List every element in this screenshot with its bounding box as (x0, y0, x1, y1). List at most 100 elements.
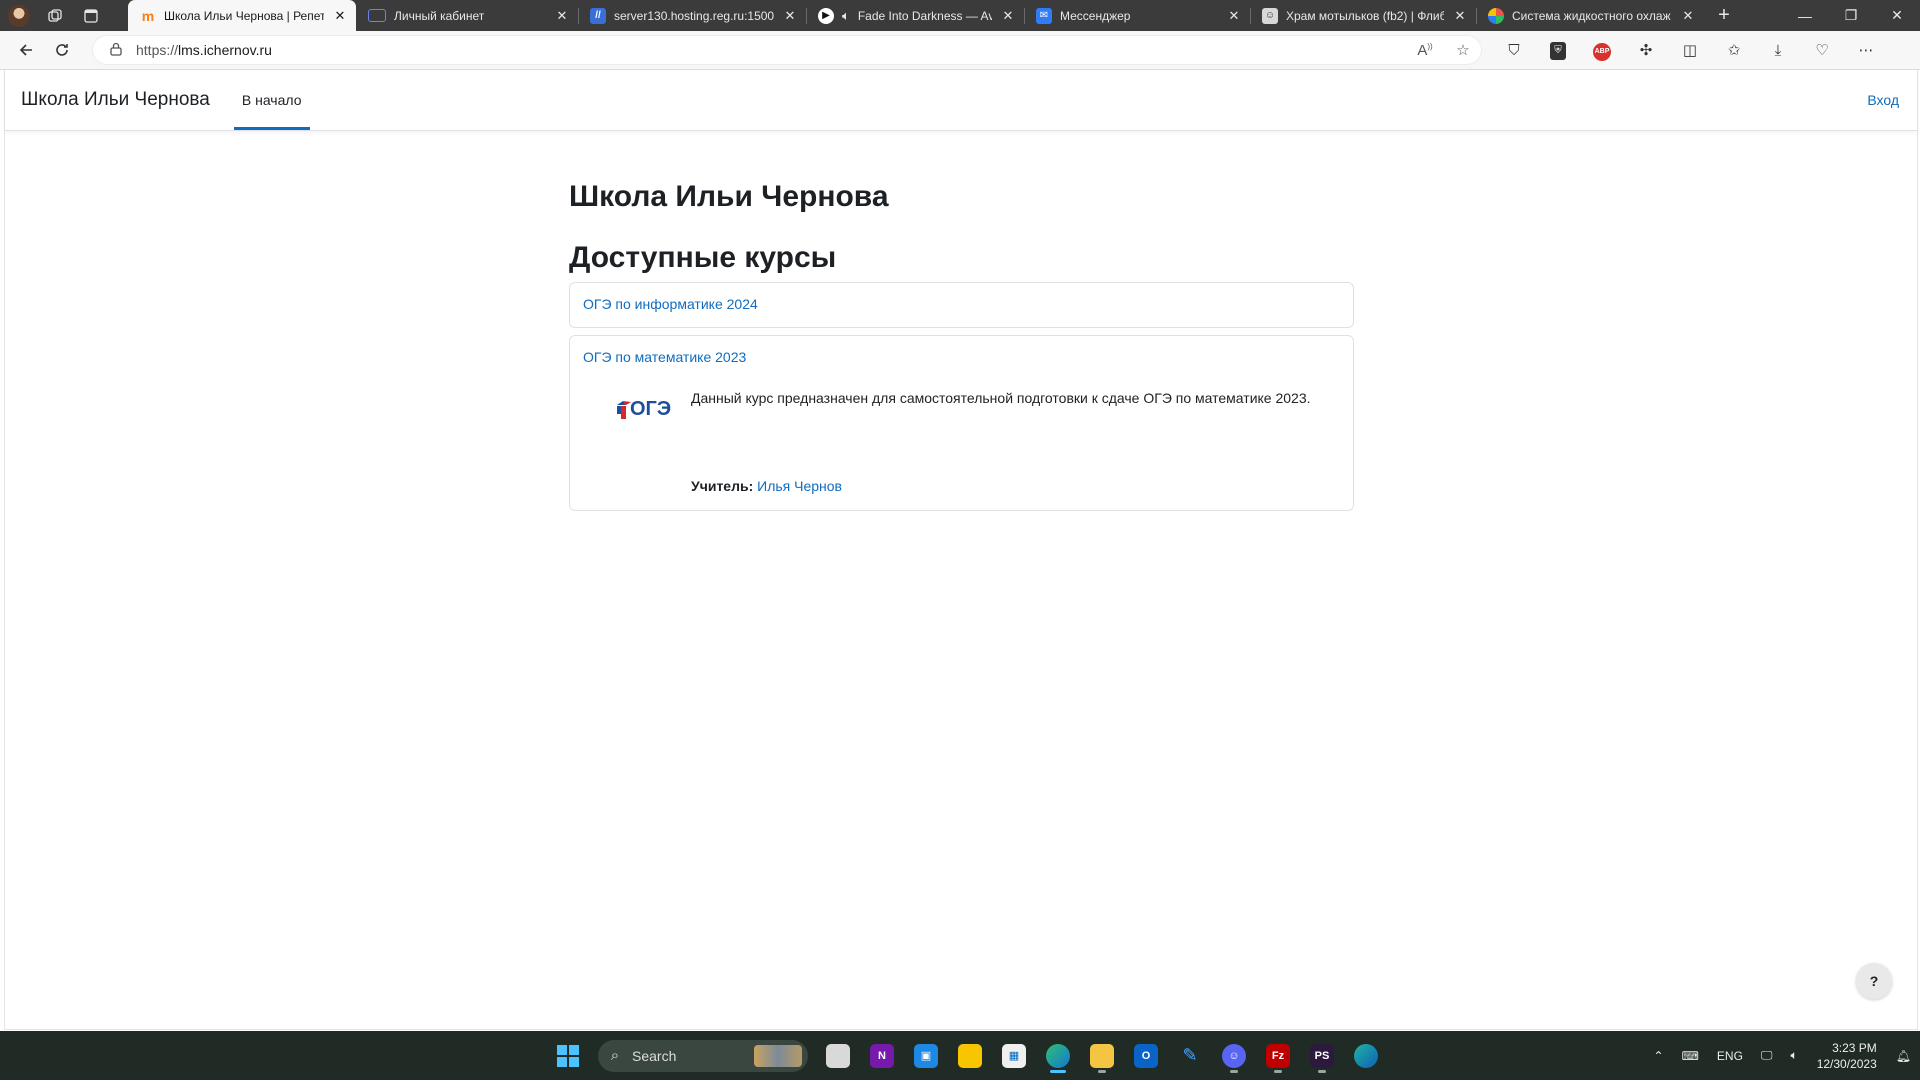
search-label: Search (632, 1047, 677, 1064)
browser-toolbar: https://lms.ichernov.ru A)) ☆ ⛉ ⛨ ABP ✣ … (0, 31, 1920, 70)
tab-actions-icon[interactable] (80, 5, 102, 27)
file-explorer-app[interactable] (1082, 1036, 1122, 1076)
close-icon[interactable]: ✕ (1226, 8, 1242, 24)
tab-cooling[interactable]: Система жидкостного охлаж ✕ (1476, 0, 1704, 31)
search-icon: ⌕ (610, 1047, 620, 1064)
start-button[interactable] (548, 1036, 588, 1076)
close-icon[interactable]: ✕ (1000, 8, 1016, 24)
adblock-icon[interactable]: ABP (1580, 40, 1624, 61)
refresh-icon[interactable] (44, 34, 80, 66)
pen-app[interactable]: ✎ (1170, 1036, 1210, 1076)
profile-avatar[interactable] (8, 4, 30, 27)
taskbar-apps: ⌕ Search N ▣ ▦ O ✎ ☺ Fz PS (548, 1031, 1386, 1080)
tray-overflow-icon[interactable]: ⌃ (1645, 1049, 1673, 1063)
close-icon[interactable]: ✕ (554, 8, 570, 24)
course-summary-text: Данный курс предназначен для самостоятел… (691, 390, 1311, 406)
outlook-app[interactable]: O (1126, 1036, 1166, 1076)
tab-messenger[interactable]: ✉ Мессенджер ✕ (1024, 0, 1250, 31)
course-link[interactable]: ОГЭ по информатике 2024 (583, 296, 758, 312)
split-screen-icon[interactable]: ◫ (1668, 41, 1712, 59)
discord-app[interactable]: ☺ (1214, 1036, 1254, 1076)
taskbar-clock[interactable]: 3:23 PM 12/30/2023 (1807, 1040, 1887, 1072)
running-indicator (1318, 1069, 1326, 1073)
edge-app[interactable] (1038, 1036, 1078, 1076)
course-logo: ОГЭ (583, 387, 691, 437)
back-icon[interactable] (8, 34, 44, 66)
edge-beta-app[interactable] (1346, 1036, 1386, 1076)
browser-tab-strip: m Школа Ильи Чернова | Репет ✕ Личный ка… (0, 0, 1920, 31)
notification-bell-icon[interactable]: 🔔︎ (1887, 1049, 1920, 1063)
close-icon[interactable]: ✕ (782, 8, 798, 24)
task-view-app[interactable] (818, 1036, 858, 1076)
course-logo-text: ОГЭ (630, 398, 672, 420)
filezilla-app[interactable]: Fz (1258, 1036, 1298, 1076)
lock-icon[interactable] (106, 42, 126, 59)
url-text[interactable]: https://lms.ichernov.ru (136, 42, 1406, 58)
more-menu-icon[interactable]: ⋯ (1844, 41, 1888, 59)
folder-icon (1090, 1043, 1114, 1068)
course-details: ОГЭ Данный курс предназначен для самосто… (583, 387, 1340, 498)
network-icon[interactable]: 🖵︎ (1752, 1048, 1782, 1063)
tab-title: server130.hosting.reg.ru:1500 (614, 8, 774, 23)
sticky-notes-icon (958, 1043, 982, 1068)
tab-server[interactable]: // server130.hosting.reg.ru:1500 ✕ (578, 0, 806, 31)
onenote-app[interactable]: N (862, 1036, 902, 1076)
bitwarden-icon[interactable]: ⛨ (1536, 40, 1580, 60)
course-card: ОГЭ по математике 2023 ОГЭ Данный курс п… (569, 335, 1354, 511)
close-window-icon[interactable]: ✕ (1874, 0, 1920, 31)
edge-icon (1046, 1043, 1070, 1068)
tab-strip-left (0, 0, 128, 31)
section-title: Доступные курсы (569, 241, 837, 274)
tab-school[interactable]: m Школа Ильи Чернова | Репет ✕ (128, 0, 356, 31)
sticky-notes-app[interactable] (950, 1036, 990, 1076)
restore-icon[interactable]: ❐ (1828, 0, 1874, 31)
flibusta-favicon-icon: ☺ (1262, 7, 1278, 24)
browser-essentials-icon[interactable]: ♡ (1800, 41, 1844, 59)
new-tab-button[interactable]: + (1704, 0, 1744, 31)
language-indicator[interactable]: ENG (1708, 1049, 1752, 1063)
minimize-icon[interactable]: — (1782, 0, 1828, 31)
close-icon[interactable]: ✕ (1680, 8, 1696, 24)
pen-icon: ✎ (1182, 1045, 1198, 1065)
extensions-icon[interactable]: ✣ (1624, 41, 1668, 59)
read-aloud-icon[interactable]: A)) (1406, 42, 1444, 59)
taskbar-search[interactable]: ⌕ Search (598, 1039, 808, 1072)
speaker-icon[interactable]: 🔈︎ (842, 8, 850, 24)
store-app[interactable]: ▦ (994, 1036, 1034, 1076)
site-brand[interactable]: Школа Ильи Чернова (5, 70, 230, 130)
phpstorm-icon: PS (1310, 1043, 1334, 1068)
tab-title: Храм мотыльков (fb2) | Флиб (1286, 8, 1444, 23)
teacher-label: Учитель: (691, 478, 754, 494)
window-controls: — ❐ ✕ (1782, 0, 1920, 31)
tab-music[interactable]: ▶ 🔈︎ Fade Into Darkness — Avi ✕ (806, 0, 1024, 31)
favorites-icon[interactable]: ✩ (1712, 41, 1756, 59)
media-favicon-icon: ▶ (818, 7, 834, 24)
teacher-link[interactable]: Илья Чернов (757, 478, 842, 494)
close-icon[interactable]: ✕ (1452, 8, 1468, 24)
outlook-icon: O (1134, 1043, 1158, 1068)
moodle-favicon-icon: m (141, 7, 155, 24)
keyboard-icon[interactable]: ⌨ (1673, 1049, 1708, 1063)
cabinet-favicon-icon (368, 9, 386, 22)
downloads-icon[interactable]: ⤓ (1756, 42, 1800, 59)
multicolor-favicon-icon (1488, 7, 1504, 24)
favorite-star-icon[interactable]: ☆ (1444, 41, 1482, 59)
tab-flibusta[interactable]: ☺ Храм мотыльков (fb2) | Флиб ✕ (1250, 0, 1476, 31)
clock-date: 12/30/2023 (1816, 1056, 1877, 1071)
help-button[interactable]: ? (1856, 963, 1892, 999)
phpstorm-app[interactable]: PS (1302, 1036, 1342, 1076)
course-link[interactable]: ОГЭ по математике 2023 (583, 349, 746, 365)
close-icon[interactable]: ✕ (332, 8, 348, 24)
workspaces-icon[interactable] (44, 5, 66, 27)
address-bar[interactable]: https://lms.ichernov.ru A)) ☆ (92, 35, 1482, 65)
store-icon: ▦ (1002, 1043, 1026, 1068)
url-host: lms.ichernov.ru (178, 42, 272, 58)
volume-icon[interactable]: 🔈︎ (1782, 1048, 1807, 1063)
page-title: Школа Ильи Чернова (569, 180, 889, 213)
nav-home-link[interactable]: В начало (233, 70, 310, 130)
shield-icon[interactable]: ⛉ (1492, 42, 1536, 59)
discord-icon: ☺ (1222, 1043, 1246, 1068)
login-link[interactable]: Вход (1867, 70, 1899, 130)
explorer-window-app[interactable]: ▣ (906, 1036, 946, 1076)
tab-personal-cabinet[interactable]: Личный кабинет ✕ (356, 0, 578, 31)
